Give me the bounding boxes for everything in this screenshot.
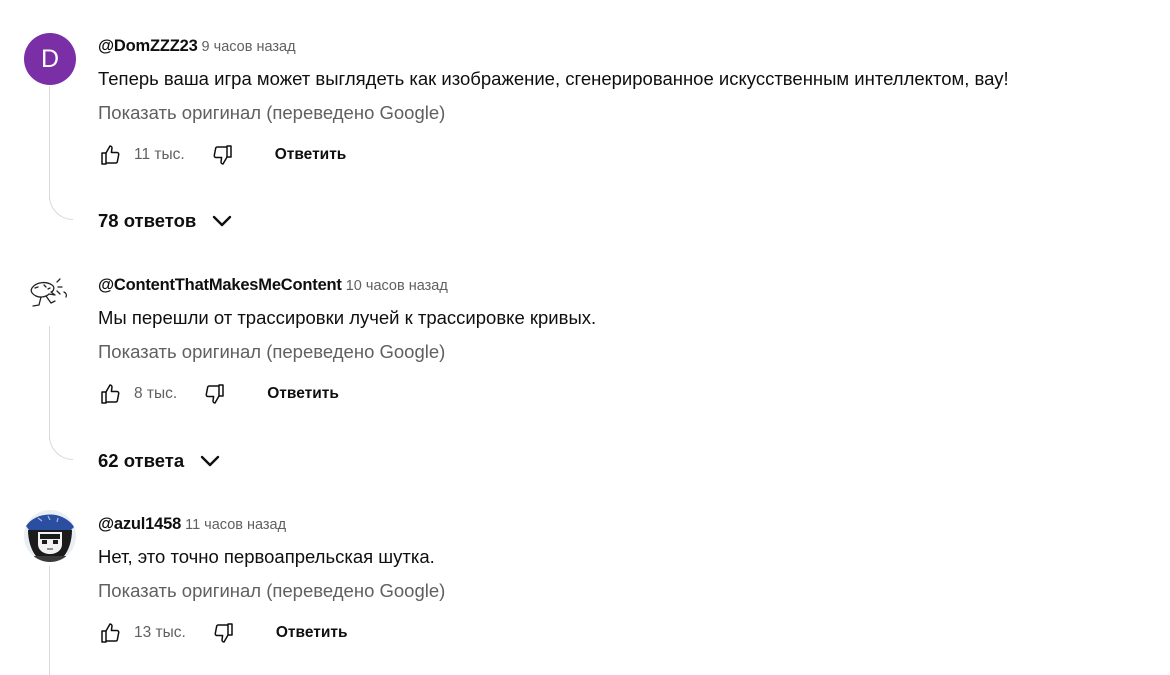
show-original-link[interactable]: Показать оригинал (переведено Google): [98, 340, 445, 364]
dislike-button[interactable]: [212, 621, 236, 645]
thread-connector: [49, 436, 73, 460]
like-button[interactable]: 8 тыс.: [98, 382, 177, 406]
thumbs-up-icon: [98, 143, 122, 167]
comment-text: Теперь ваша игра может выглядеть как изо…: [98, 68, 1009, 89]
comment-actions: 13 тыс. Ответить: [98, 620, 347, 646]
thumbs-up-icon: [98, 382, 122, 406]
comment-timestamp[interactable]: 10 часов назад: [346, 278, 448, 294]
comment-text: Нет, это точно первоапрельская шутка.: [98, 546, 435, 567]
author-name[interactable]: @ContentThatMakesMeContent: [98, 276, 342, 294]
like-count: 11 тыс.: [134, 146, 185, 163]
thumbs-up-icon: [98, 621, 122, 645]
thumbs-down-icon: [211, 143, 235, 167]
thread-line: [49, 326, 50, 440]
thread-line: [49, 86, 50, 200]
reply-button[interactable]: Ответить: [267, 385, 339, 403]
like-button[interactable]: 11 тыс.: [98, 143, 185, 167]
comments-section: D @DomZZZ23 9 часов назад Теперь ваша игр…: [0, 0, 1170, 675]
comment-header: @DomZZZ23 9 часов назад: [98, 36, 296, 57]
sketch-character-avatar: [24, 270, 76, 322]
view-replies-button[interactable]: 78 ответов: [98, 208, 234, 234]
thread-line: [49, 566, 50, 675]
comment-timestamp[interactable]: 9 часов назад: [202, 39, 296, 55]
comment-timestamp[interactable]: 11 часов назад: [185, 517, 286, 533]
thread-connector: [49, 196, 73, 220]
replies-count: 62 ответа: [98, 450, 185, 471]
comment-text: Мы перешли от трассировки лучей к трасси…: [98, 307, 597, 328]
author-name[interactable]: @DomZZZ23: [98, 37, 198, 55]
show-original-link[interactable]: Показать оригинал (переведено Google): [98, 101, 445, 125]
like-button[interactable]: 13 тыс.: [98, 621, 186, 645]
chevron-down-icon: [210, 209, 234, 233]
comment-header: @azul1458 11 часов назад: [98, 514, 286, 535]
comment-header: @ContentThatMakesMeContent 10 часов назад: [98, 275, 448, 296]
view-replies-button[interactable]: 62 ответа: [98, 448, 222, 474]
thumbs-down-icon: [203, 382, 227, 406]
avatar[interactable]: D: [24, 33, 76, 85]
comment-actions: 8 тыс. Ответить: [98, 381, 339, 407]
avatar[interactable]: [24, 270, 76, 322]
author-name[interactable]: @azul1458: [98, 515, 181, 533]
like-count: 8 тыс.: [134, 385, 178, 402]
reply-button[interactable]: Ответить: [276, 624, 348, 642]
reply-button[interactable]: Ответить: [275, 146, 347, 164]
replies-count: 78 ответов: [98, 210, 197, 231]
comment-actions: 11 тыс. Ответить: [98, 142, 346, 168]
chevron-down-icon: [198, 449, 222, 473]
like-count: 13 тыс.: [134, 624, 186, 641]
avatar-letter: D: [40, 44, 60, 73]
show-original-link[interactable]: Показать оригинал (переведено Google): [98, 579, 445, 603]
thumbs-down-icon: [212, 621, 236, 645]
avatar[interactable]: [24, 510, 76, 562]
dislike-button[interactable]: [203, 382, 227, 406]
dislike-button[interactable]: [211, 143, 235, 167]
anime-character-avatar: [24, 510, 76, 562]
